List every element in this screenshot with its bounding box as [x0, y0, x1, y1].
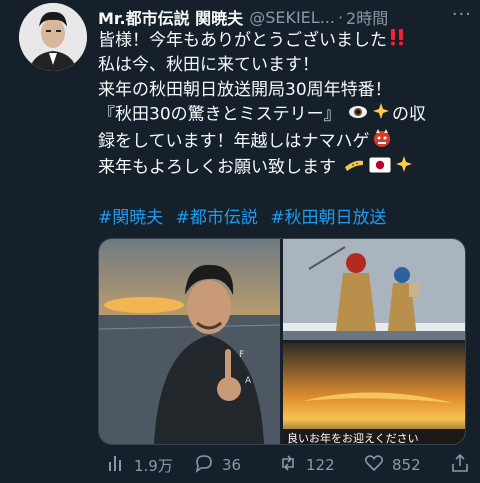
- reply-button[interactable]: 36: [186, 453, 241, 477]
- user-handle[interactable]: @SEKIEL...: [249, 8, 335, 27]
- like-button[interactable]: 852: [356, 453, 421, 477]
- eye-icon: [348, 103, 368, 127]
- tweet-line-text: 皆様！今年もありがとうございました: [98, 30, 387, 51]
- tweet-line: 皆様！今年もありがとうございました: [98, 28, 474, 53]
- tweet-action-bar: 1.9万 36 122 852: [98, 453, 468, 477]
- sparkles-icon: [372, 102, 390, 127]
- double-exclamation-icon: [389, 28, 405, 53]
- display-name[interactable]: Mr.都市伝説 関暁夫: [98, 5, 243, 29]
- media-grid: F A 良いお年をお迎えください: [98, 238, 466, 445]
- tweet-line-text: 『秋田30の驚きとミステリー』: [98, 104, 341, 125]
- tweet-line-text: 来年もよろしくお願い致します: [98, 157, 336, 178]
- media-photo-namahage-statues[interactable]: [283, 239, 465, 340]
- tweet-line: 『秋田30の驚きとミステリー』 の収: [98, 102, 474, 127]
- media-photo-man-by-sea[interactable]: F A: [99, 239, 281, 444]
- tweet-text: 皆様！今年もありがとうございました 私は今、秋田に来ています！ 来年の秋田朝日放…: [98, 28, 474, 180]
- tweet-line-text: 録をしています！年越しはナマハゲ: [98, 131, 370, 152]
- tweet-line-text: の収: [392, 104, 427, 125]
- tweet-line: 録をしています！年越しはナマハゲ: [98, 128, 474, 155]
- flute-icon: [343, 156, 365, 180]
- hashtag-link[interactable]: #秋田朝日放送: [270, 208, 386, 228]
- svg-text:A: A: [245, 376, 252, 386]
- sparkles-icon: [395, 155, 413, 180]
- hashtag-link[interactable]: #都市伝説: [176, 208, 258, 228]
- share-button[interactable]: [442, 453, 470, 477]
- hashtag-list: #関暁夫 #都市伝説 #秋田朝日放送: [98, 203, 394, 228]
- tweet[interactable]: Mr.都市伝説 関暁夫 @SEKIEL... · 2時間 ··· 皆様！今年もあ…: [0, 0, 480, 483]
- more-options-icon[interactable]: ···: [452, 4, 472, 25]
- reply-count: 36: [222, 456, 242, 474]
- hashtag-link[interactable]: #関暁夫: [98, 208, 163, 228]
- retweet-button[interactable]: 122: [270, 453, 335, 477]
- views-button[interactable]: 1.9万: [98, 453, 173, 477]
- retweet-count: 122: [306, 456, 335, 474]
- like-count: 852: [392, 456, 421, 474]
- tweet-line: 私は今、秋田に来ています！: [98, 55, 319, 76]
- tweet-timestamp[interactable]: 2時間: [346, 5, 388, 29]
- retweet-icon: [278, 453, 298, 477]
- japan-flag-icon: [369, 156, 391, 180]
- avatar[interactable]: [19, 3, 87, 71]
- tweet-line: 来年の秋田朝日放送開局30周年特番！: [98, 79, 392, 100]
- reply-bubble-icon: [194, 453, 214, 477]
- tweet-line: 来年もよろしくお願い致します: [98, 155, 474, 180]
- media-photo-sunset[interactable]: 良いお年をお迎えください: [283, 343, 465, 444]
- tweet-header: Mr.都市伝説 関暁夫 @SEKIEL... · 2時間: [98, 4, 473, 30]
- bar-chart-icon: [106, 453, 126, 477]
- separator-dot: ·: [337, 7, 344, 27]
- share-icon: [450, 453, 470, 477]
- svg-text:F: F: [239, 350, 244, 360]
- ogre-mask-icon: [372, 128, 392, 155]
- heart-icon: [364, 453, 384, 477]
- views-count: 1.9万: [134, 456, 173, 475]
- media-caption: 良いお年をお迎えください: [287, 431, 419, 444]
